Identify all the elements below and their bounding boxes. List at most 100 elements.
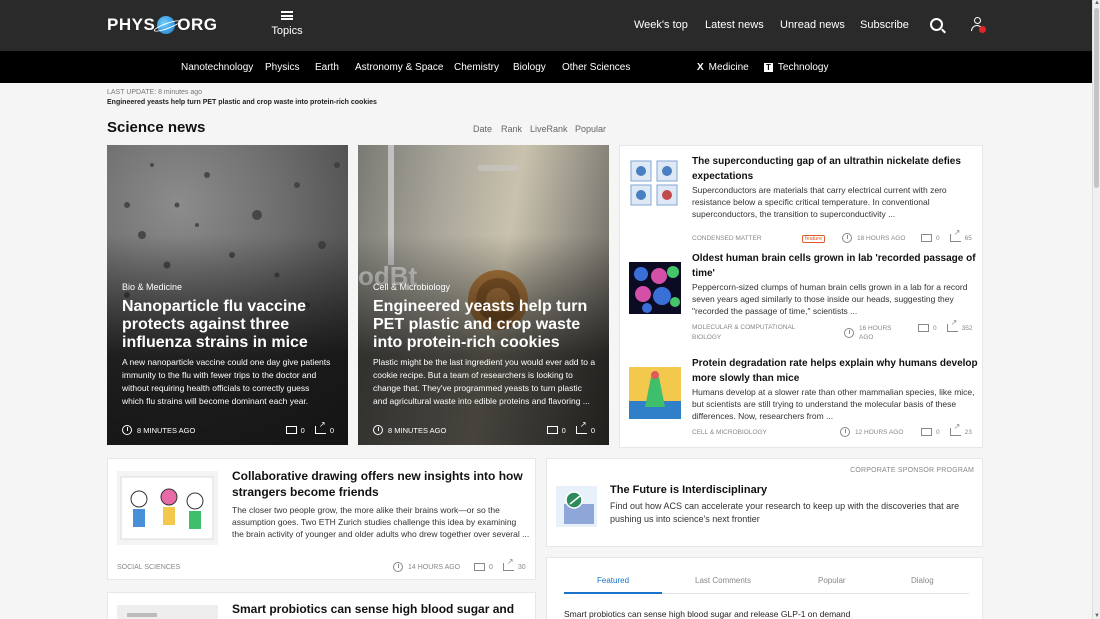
topics-label: Topics — [271, 25, 303, 37]
article-thumbnail[interactable] — [117, 605, 218, 619]
scroll-up-icon[interactable]: ▲ — [1094, 0, 1100, 6]
hero-article-card[interactable]: Bio & Medicine Nanoparticle flu vaccine … — [107, 145, 348, 445]
subnav-chemistry[interactable]: Chemistry — [454, 62, 499, 73]
comment-icon — [921, 234, 932, 242]
list-item[interactable]: Protein degradation rate helps explain w… — [629, 357, 981, 447]
nav-unread-news[interactable]: Unread news — [780, 19, 845, 31]
sort-rank[interactable]: Rank — [501, 124, 522, 134]
scrollbar-thumb[interactable] — [1094, 8, 1099, 188]
medical-xpress-icon: X — [697, 62, 704, 73]
article-title[interactable]: Protein degradation rate helps explain w… — [692, 357, 978, 386]
hero-shares: 0 — [590, 425, 595, 435]
share-icon[interactable] — [949, 228, 961, 242]
article-comments: 0 — [936, 234, 940, 242]
article-card[interactable]: Smart probiotics can sense high blood su… — [107, 592, 536, 619]
clock-icon — [840, 427, 850, 437]
hero-title[interactable]: Nanoparticle flu vaccine protects agains… — [122, 298, 342, 352]
article-meta: CONDENSED MATTER feature 18 HOURS AGO 0 … — [692, 228, 978, 243]
topics-menu-button[interactable]: Topics — [270, 11, 304, 37]
hero-comments: 0 — [561, 425, 566, 435]
clock-icon — [373, 425, 383, 435]
article-time: 12 HOURS AGO — [855, 428, 904, 436]
hero-article-card[interactable]: odBt Cell & Microbiology Engineered yeas… — [358, 145, 609, 445]
subnav-astronomy-space[interactable]: Astronomy & Space — [355, 62, 443, 73]
tab-dialog[interactable]: Dialog — [911, 576, 934, 585]
article-description: The closer two people grow, the more ali… — [232, 505, 530, 539]
sort-popular[interactable]: Popular — [575, 124, 606, 134]
sponsor-title[interactable]: The Future is Interdisciplinary — [610, 482, 970, 498]
hero-category[interactable]: Bio & Medicine — [122, 282, 182, 292]
site-logo[interactable]: PHYS ORG — [107, 15, 218, 35]
tab-last-comments[interactable]: Last Comments — [695, 576, 751, 585]
article-category[interactable]: CELL & MICROBIOLOGY — [692, 429, 767, 436]
article-shares: 65 — [964, 234, 972, 242]
article-title[interactable]: Oldest human brain cells grown in lab 'r… — [692, 252, 978, 281]
hero-category[interactable]: Cell & Microbiology — [373, 282, 450, 292]
article-meta: SOCIAL SCIENCES 14 HOURS AGO 0 30 — [117, 557, 527, 572]
share-icon[interactable] — [314, 420, 326, 434]
active-tab-indicator — [564, 592, 662, 594]
clock-icon — [393, 562, 403, 572]
article-thumbnail[interactable] — [629, 367, 681, 419]
share-icon[interactable] — [946, 318, 958, 332]
article-shares: 30 — [517, 563, 526, 571]
hero-time: 8 MINUTES AGO — [137, 425, 196, 435]
nav-latest-news[interactable]: Latest news — [705, 19, 764, 31]
user-icon[interactable] — [971, 17, 986, 33]
share-icon[interactable] — [502, 557, 514, 571]
logged-out-badge-icon — [979, 26, 986, 33]
subnav-earth[interactable]: Earth — [315, 62, 339, 73]
subnav-technology-label: Technology — [777, 62, 829, 73]
hero-title[interactable]: Engineered yeasts help turn PET plastic … — [373, 298, 598, 352]
article-description: Peppercorn-sized clumps of human brain c… — [692, 282, 968, 316]
sponsor-thumbnail[interactable] — [556, 486, 597, 527]
search-icon[interactable] — [930, 18, 943, 31]
article-shares: 23 — [964, 428, 972, 436]
article-title[interactable]: Smart probiotics can sense high blood su… — [232, 601, 530, 617]
article-shares: 352 — [961, 324, 973, 332]
sponsor-label: CORPORATE SPONSOR PROGRAM — [850, 467, 974, 474]
right-article-list: The superconducting gap of an ultrathin … — [619, 145, 983, 448]
clock-icon — [842, 233, 852, 243]
sort-date[interactable]: Date — [473, 124, 492, 134]
clock-icon — [122, 425, 132, 435]
article-thumbnail[interactable] — [117, 471, 218, 545]
hero-comments: 0 — [300, 425, 305, 435]
article-category[interactable]: MOLECULAR & COMPUTATIONAL BIOLOGY — [692, 323, 822, 343]
subnav-medicine[interactable]: X Medicine — [697, 62, 749, 73]
subnav-physics[interactable]: Physics — [265, 62, 299, 73]
article-thumbnail[interactable] — [629, 157, 681, 209]
hero-description: A new nanoparticle vaccine could one day… — [122, 357, 331, 406]
article-title[interactable]: Collaborative drawing offers new insight… — [232, 468, 530, 500]
share-icon[interactable] — [575, 420, 587, 434]
article-time: 14 HOURS AGO — [408, 563, 461, 571]
nav-subscribe[interactable]: Subscribe — [860, 19, 909, 31]
subnav-technology[interactable]: T Technology — [764, 62, 828, 73]
last-update-link[interactable]: Engineered yeasts help turn PET plastic … — [107, 99, 377, 106]
comment-icon — [918, 324, 929, 332]
subnav-medicine-label: Medicine — [708, 62, 749, 73]
article-title[interactable]: The superconducting gap of an ultrathin … — [692, 155, 978, 184]
hero-time: 8 MINUTES AGO — [388, 425, 447, 435]
subnav-other-sciences[interactable]: Other Sciences — [562, 62, 630, 73]
list-item[interactable]: Oldest human brain cells grown in lab 'r… — [629, 252, 981, 350]
article-card[interactable]: Collaborative drawing offers new insight… — [107, 458, 536, 580]
nav-weeks-top[interactable]: Week's top — [634, 19, 688, 31]
article-thumbnail[interactable] — [629, 262, 681, 314]
share-icon[interactable] — [949, 422, 961, 436]
tab-popular[interactable]: Popular — [818, 576, 846, 585]
article-category[interactable]: CONDENSED MATTER — [692, 235, 762, 242]
featured-list-item[interactable]: Smart probiotics can sense high blood su… — [564, 609, 850, 619]
subnav-nanotechnology[interactable]: Nanotechnology — [181, 62, 253, 73]
sort-liverank[interactable]: LiveRank — [530, 124, 568, 134]
sponsor-card[interactable]: CORPORATE SPONSOR PROGRAM The Future is … — [546, 458, 983, 547]
article-comments: 0 — [933, 324, 937, 332]
page-scrollbar[interactable]: ▲ ▼ — [1092, 0, 1100, 619]
article-category[interactable]: SOCIAL SCIENCES — [117, 564, 180, 571]
scroll-down-icon[interactable]: ▼ — [1094, 613, 1100, 619]
tab-featured[interactable]: Featured — [597, 576, 629, 585]
hero-meta: 8 MINUTES AGO 0 0 — [373, 420, 595, 435]
subnav-biology[interactable]: Biology — [513, 62, 546, 73]
list-item[interactable]: The superconducting gap of an ultrathin … — [629, 155, 981, 250]
techxplore-icon: T — [764, 63, 773, 72]
